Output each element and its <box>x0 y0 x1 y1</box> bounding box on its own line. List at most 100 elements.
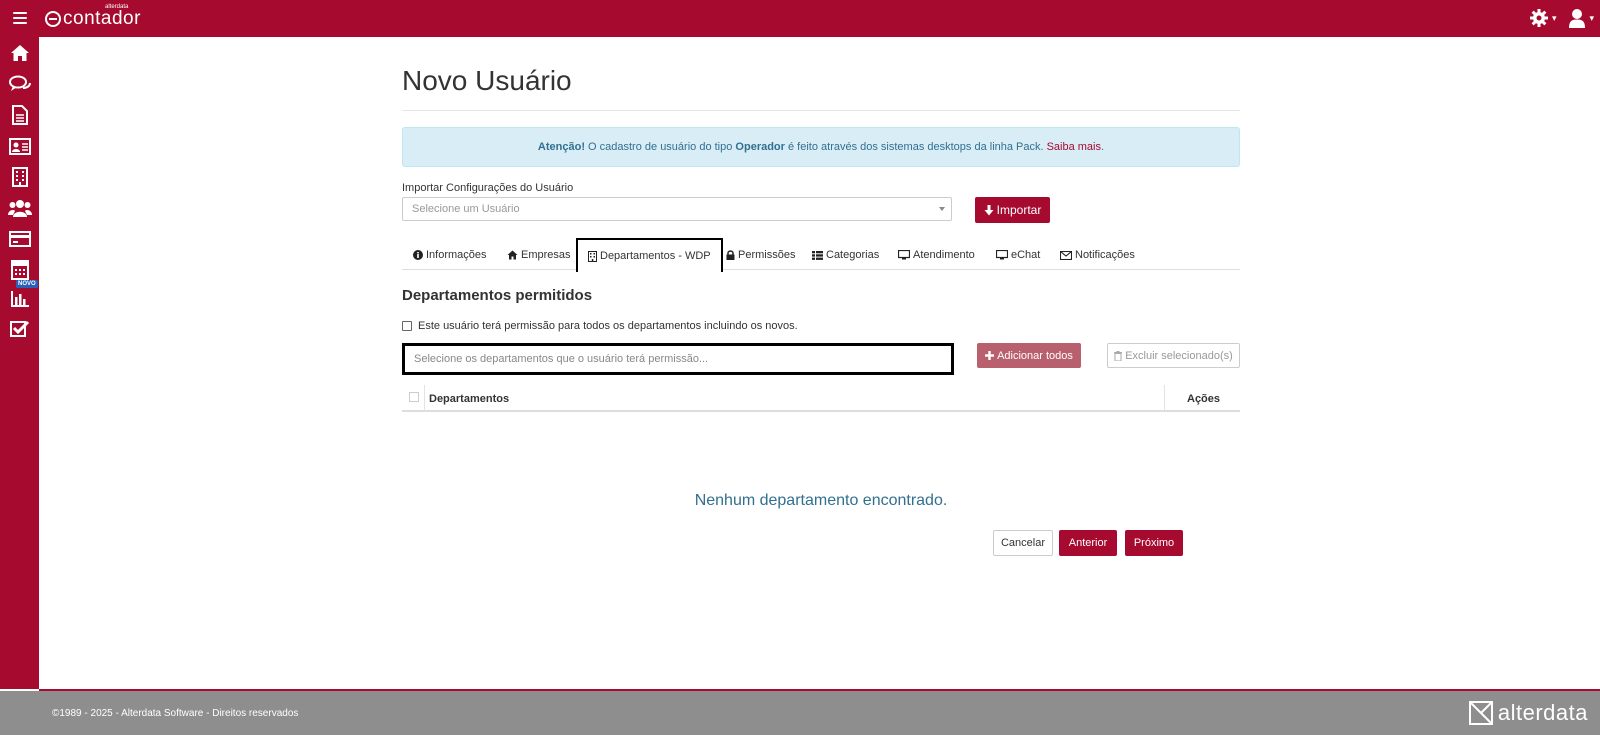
footer: ©1989 - 2025 - Alterdata Software - Dire… <box>0 691 1600 735</box>
arrow-down-icon <box>984 204 994 215</box>
select-arrow-icon <box>939 207 945 211</box>
logo-text: contador <box>63 8 141 29</box>
tab-label: Permissões <box>738 249 796 261</box>
calculator-icon <box>11 260 29 280</box>
section-title: Departamentos permitidos <box>402 287 593 304</box>
all-departments-permission[interactable]: Este usuário terá permissão para todos o… <box>402 320 798 332</box>
alert-period: . <box>1101 141 1105 153</box>
chevron-down-icon: ▾ <box>1589 12 1594 23</box>
select-all-checkbox[interactable] <box>409 392 419 402</box>
tab-label: Notificações <box>1075 249 1135 261</box>
top-bar: contador alterdata ▾ ▾ <box>0 0 1600 37</box>
tab-label: eChat <box>1011 249 1041 261</box>
tab-label: Empresas <box>521 249 571 261</box>
copyright-text: ©1989 - 2025 - Alterdata Software - Dire… <box>52 708 299 719</box>
empty-state-message: Nenhum departamento encontrado. <box>694 492 948 509</box>
building-icon <box>588 250 597 262</box>
monitor-icon <box>996 250 1008 260</box>
sidebar-item-reports[interactable] <box>8 287 32 311</box>
logo-e-icon <box>45 11 61 27</box>
sidebar-item-users[interactable] <box>8 196 32 220</box>
delete-selected-label: Excluir selecionado(s) <box>1125 349 1233 362</box>
all-departments-checkbox[interactable] <box>402 321 412 331</box>
chat-icon <box>9 75 31 91</box>
lock-icon <box>726 250 735 260</box>
info-alert: Atenção! O cadastro de usuário do tipo O… <box>402 127 1240 167</box>
tab-empresas[interactable]: Empresas <box>507 240 571 270</box>
import-user-select[interactable]: Selecione um Usuário <box>402 197 952 221</box>
users-icon <box>8 200 32 217</box>
monitor-icon <box>898 250 910 260</box>
tab-label: Categorias <box>826 249 880 261</box>
tab-informacoes[interactable]: Informações <box>413 240 487 270</box>
sidebar-item-contacts[interactable] <box>8 134 32 158</box>
tab-label: Atendimento <box>913 249 975 261</box>
user-icon <box>1569 9 1586 28</box>
sidebar-item-calculator[interactable] <box>8 258 32 282</box>
tab-label: Informações <box>426 249 487 261</box>
tab-departamentos[interactable]: Departamentos - WDP <box>576 238 723 272</box>
alert-strong2: Operador <box>735 141 785 153</box>
sidebar-item-chat[interactable] <box>8 72 32 96</box>
learn-more-link[interactable]: Saiba mais <box>1047 141 1101 153</box>
add-all-label: Adicionar todos <box>997 349 1073 362</box>
all-departments-label: Este usuário terá permissão para todos o… <box>418 320 798 332</box>
home-icon <box>11 45 29 61</box>
tab-label: Departamentos - WDP <box>600 250 711 262</box>
info-icon <box>413 250 423 260</box>
departments-search-input[interactable]: Selecione os departamentos que o usuário… <box>402 343 954 375</box>
add-all-button[interactable]: Adicionar todos <box>977 343 1081 368</box>
alterdata-brand-text: alterdata <box>1497 700 1588 725</box>
checkbox-icon <box>10 320 30 337</box>
alert-text2: é feito através dos sistemas desktops da… <box>784 141 1044 153</box>
tab-permissoes[interactable]: Permissões <box>726 240 795 270</box>
tab-notificacoes[interactable]: Notificações <box>1060 240 1135 270</box>
previous-button[interactable]: Anterior <box>1059 530 1117 556</box>
sidebar-item-tasks[interactable] <box>8 317 32 341</box>
alterdata-mark-icon <box>1468 701 1493 725</box>
cancel-button[interactable]: Cancelar <box>993 530 1053 556</box>
tab-categorias[interactable]: Categorias <box>812 240 879 270</box>
title-divider <box>402 110 1240 111</box>
document-icon <box>12 105 28 125</box>
plus-icon <box>985 351 995 360</box>
page-title: Novo Usuário <box>402 65 572 96</box>
gear-icon <box>1529 9 1548 27</box>
departments-input-placeholder: Selecione os departamentos que o usuário… <box>414 353 709 365</box>
delete-selected-button[interactable]: Excluir selecionado(s) <box>1107 343 1240 368</box>
alert-strong: Atenção! <box>537 141 585 153</box>
alert-text1: O cadastro de usuário do tipo <box>584 141 736 153</box>
column-actions: Ações <box>1187 393 1221 405</box>
import-user-placeholder: Selecione um Usuário <box>412 203 520 215</box>
building-icon <box>12 167 28 187</box>
list-icon <box>812 250 823 260</box>
bar-chart-icon <box>11 291 29 307</box>
credit-card-icon <box>9 231 31 247</box>
sidebar: NOVO <box>0 37 39 689</box>
settings-menu[interactable]: ▾ <box>1529 8 1557 28</box>
import-button[interactable]: Importar <box>975 197 1050 223</box>
envelope-icon <box>1060 250 1072 260</box>
user-menu[interactable]: ▾ <box>1568 8 1594 28</box>
column-departments[interactable]: Departamentos <box>429 393 509 405</box>
chevron-down-icon: ▾ <box>1551 12 1557 23</box>
trash-icon <box>1114 350 1123 361</box>
sidebar-item-companies[interactable] <box>8 165 32 189</box>
home-icon <box>507 250 518 260</box>
tab-echat[interactable]: eChat <box>996 240 1040 270</box>
contact-card-icon <box>9 137 31 155</box>
tab-atendimento[interactable]: Atendimento <box>898 240 975 270</box>
alterdata-logo: alterdata <box>1468 700 1588 726</box>
import-label: Importar Configurações do Usuário <box>402 182 574 194</box>
menu-icon[interactable] <box>13 11 27 25</box>
sidebar-item-home[interactable] <box>8 41 32 65</box>
import-button-label: Importar <box>996 203 1042 217</box>
sidebar-item-payments[interactable] <box>8 227 32 251</box>
sidebar-item-documents[interactable] <box>8 103 32 127</box>
top-right-actions: ▾ ▾ <box>1529 6 1594 30</box>
column-divider <box>1164 385 1165 410</box>
next-button[interactable]: Próximo <box>1125 530 1183 556</box>
column-divider <box>424 385 425 410</box>
tab-bar: Informações Empresas Departamentos - WDP… <box>402 238 1240 272</box>
app-logo[interactable]: contador alterdata <box>45 4 141 32</box>
